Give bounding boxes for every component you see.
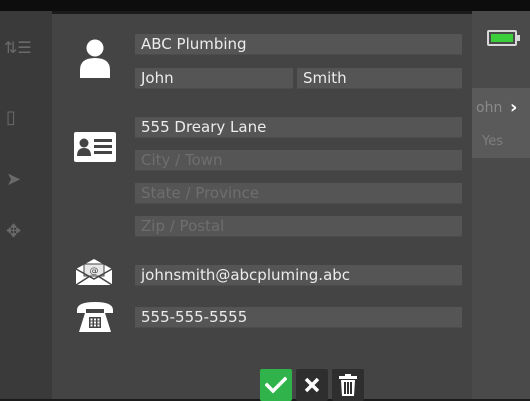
street-field[interactable]: 555 Dreary Lane xyxy=(135,117,462,138)
bg-tool-icon: ▯ xyxy=(6,107,16,128)
state-placeholder: State / Province xyxy=(141,184,260,202)
app-right-row-name: ohn xyxy=(476,100,503,116)
company-value: ABC Plumbing xyxy=(141,35,247,53)
close-icon xyxy=(304,377,320,393)
person-icon xyxy=(78,38,112,78)
phone-field[interactable]: 555-555-5555 xyxy=(135,307,462,328)
phone-value: 555-555-5555 xyxy=(141,308,248,326)
first-name-value: John xyxy=(141,69,174,87)
zip-field[interactable]: Zip / Postal xyxy=(135,216,462,237)
chevron-right-icon[interactable]: › xyxy=(510,97,517,118)
app-left-toolbar: ⇅☰ ▯ ➤ ✥ xyxy=(0,11,52,399)
state-field[interactable]: State / Province xyxy=(135,183,462,204)
svg-text:@: @ xyxy=(90,267,99,277)
address-card-icon xyxy=(73,131,117,163)
battery-tip xyxy=(517,35,520,41)
city-placeholder: City / Town xyxy=(141,151,223,169)
cancel-button[interactable] xyxy=(296,369,328,401)
app-right-panel xyxy=(472,11,530,399)
contact-edit-dialog: ABC Plumbing John Smith 555 Dreary Lane … xyxy=(52,14,472,401)
last-name-field[interactable]: Smith xyxy=(297,68,462,89)
email-field[interactable]: johnsmith@abcpluming.abc xyxy=(135,265,462,286)
envelope-icon: @ xyxy=(75,258,113,286)
zip-placeholder: Zip / Postal xyxy=(141,217,225,235)
trash-icon xyxy=(339,374,357,396)
app-top-bar xyxy=(0,0,530,11)
telephone-icon xyxy=(75,300,115,334)
checkmark-icon xyxy=(265,376,287,394)
company-field[interactable]: ABC Plumbing xyxy=(135,34,462,55)
email-value: johnsmith@abcpluming.abc xyxy=(141,266,351,284)
confirm-button[interactable] xyxy=(260,369,292,401)
bg-tool-icon: ➤ xyxy=(6,169,22,190)
battery-icon xyxy=(487,30,517,46)
bg-tool-icon: ✥ xyxy=(6,221,22,242)
sort-list-icon: ⇅☰ xyxy=(4,38,32,57)
app-right-row-value: Yes xyxy=(482,134,503,149)
last-name-value: Smith xyxy=(303,69,347,87)
city-field[interactable]: City / Town xyxy=(135,150,462,171)
street-value: 555 Dreary Lane xyxy=(141,118,267,136)
delete-button[interactable] xyxy=(332,369,364,401)
first-name-field[interactable]: John xyxy=(135,68,293,89)
